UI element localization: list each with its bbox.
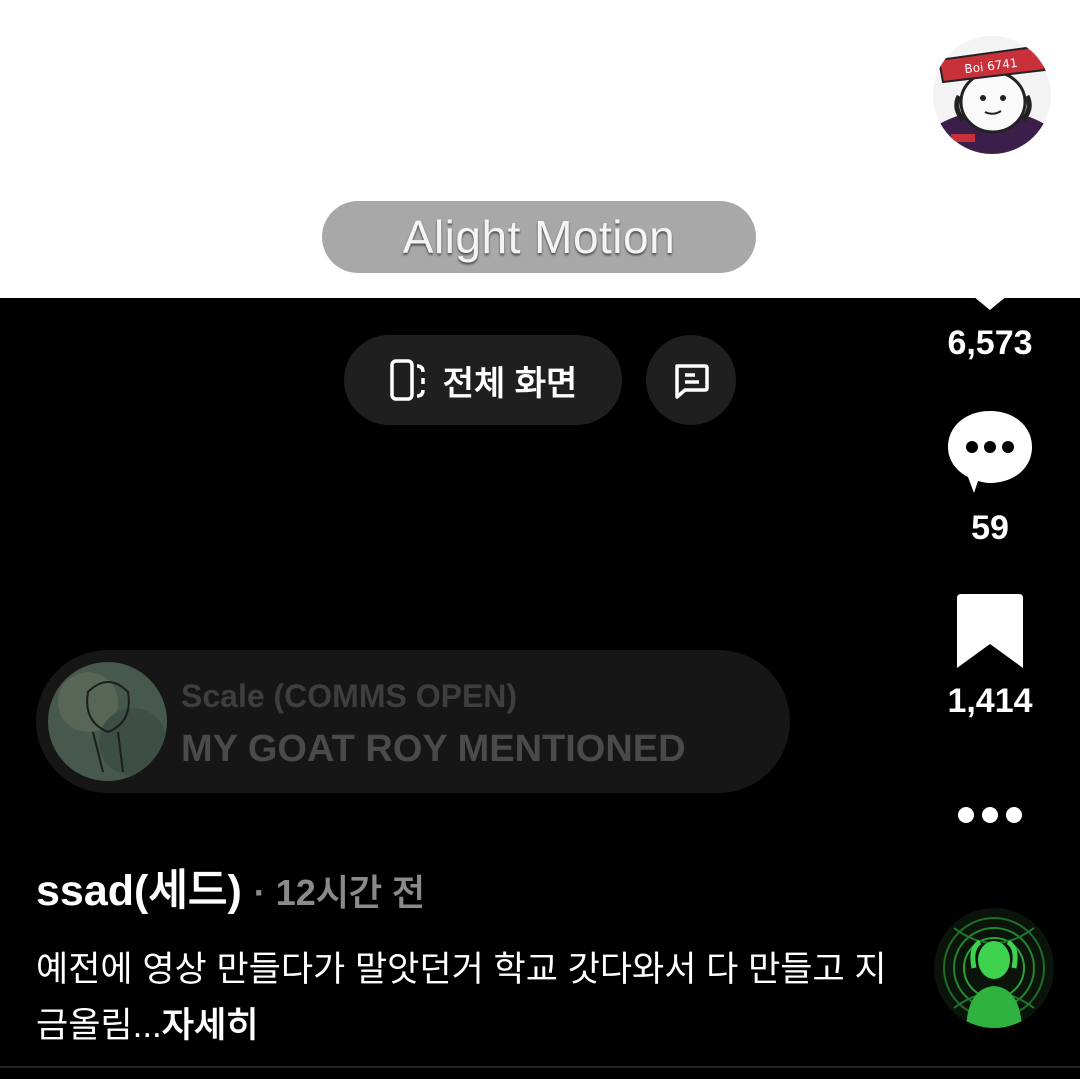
mention-text: MY GOAT ROY MENTIONED xyxy=(181,728,686,770)
author-name[interactable]: ssad(세드) xyxy=(36,867,242,915)
save-count: 1,414 xyxy=(947,682,1033,720)
music-disc-image xyxy=(934,908,1054,1028)
fullscreen-label: 전체 화면 xyxy=(442,364,578,403)
comment-count: 59 xyxy=(971,509,1009,547)
bookmark-icon xyxy=(957,594,1023,668)
more-link[interactable]: 자세히 xyxy=(162,1006,259,1045)
author-row: ssad(세드) · 12시간 전 xyxy=(36,856,425,918)
like-action[interactable]: 6,573 xyxy=(930,232,1050,363)
like-count: 6,573 xyxy=(947,324,1033,362)
post-time: · 12시간 전 xyxy=(253,872,426,913)
heart-icon xyxy=(946,234,1034,310)
comment-action[interactable]: 59 xyxy=(930,409,1050,548)
description-ellipsis: ... xyxy=(132,1006,162,1045)
comment-bubble-icon xyxy=(948,411,1032,493)
fullscreen-icon xyxy=(389,359,425,401)
music-disc[interactable] xyxy=(934,908,1054,1028)
bottom-divider xyxy=(0,1066,1080,1068)
post-description-block[interactable]: 예전에 영상 만들다가 말앗던거 학교 갓다와서 다 만들고 지금올림...자세… xyxy=(36,942,896,1054)
caption-icon xyxy=(675,364,709,399)
mention-name: Scale (COMMS OPEN) xyxy=(181,678,518,714)
video-frame[interactable]: Alight Motion xyxy=(0,0,1080,298)
fullscreen-button[interactable]: 전체 화면 xyxy=(344,335,622,425)
watermark: Alight Motion xyxy=(322,201,756,273)
mention-avatar xyxy=(48,662,167,781)
save-action[interactable]: 1,414 xyxy=(930,594,1050,721)
creator-avatar-image: Boi 6741 xyxy=(933,36,1051,154)
caption-button[interactable] xyxy=(646,335,736,425)
more-dots-icon xyxy=(958,807,1022,823)
creator-avatar[interactable]: Boi 6741 xyxy=(933,36,1051,154)
more-button[interactable] xyxy=(930,800,1050,830)
mention-card[interactable]: Scale (COMMS OPEN) MY GOAT ROY MENTIONED xyxy=(36,650,790,793)
